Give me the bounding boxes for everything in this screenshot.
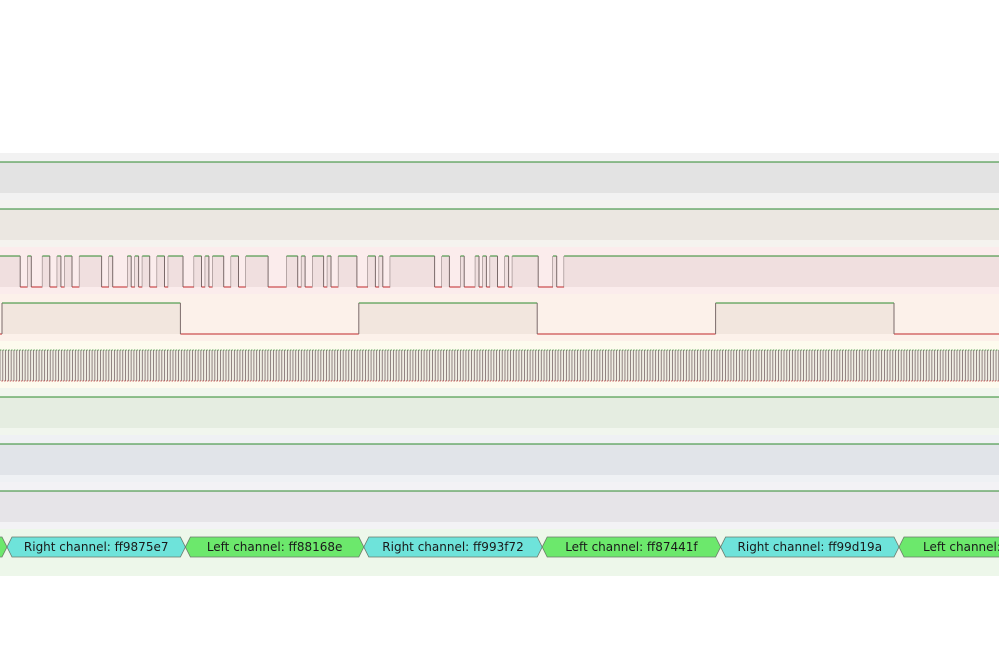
trace-band-ch5 <box>0 397 999 428</box>
data-high-fill <box>338 256 357 287</box>
annotation-label: Left channel: <box>923 540 999 554</box>
trace-canvas[interactable]: Right channel: ff9875e7 Left channel: ff8… <box>0 0 999 658</box>
data-high-fill <box>442 256 450 287</box>
data-high-fill <box>301 256 306 287</box>
data-high-fill <box>134 256 139 287</box>
data-high-fill <box>245 256 269 287</box>
data-high-fill <box>27 256 32 287</box>
data-high-fill <box>42 256 50 287</box>
data-high-fill <box>379 256 383 287</box>
data-high-fill <box>327 256 331 287</box>
ws-high-fill <box>2 303 181 334</box>
annotation-label: Right channel: ff993f72 <box>382 540 523 554</box>
data-high-fill <box>490 256 498 287</box>
data-high-fill <box>64 256 72 287</box>
data-high-fill <box>109 256 113 287</box>
trace-band-ch7 <box>0 491 999 522</box>
trace-band-ch6 <box>0 444 999 475</box>
annotation-label: Right channel: ff99d19a <box>738 540 883 554</box>
trace-band-ch0 <box>0 162 999 193</box>
data-high-fill <box>504 256 509 287</box>
data-high-fill <box>460 256 465 287</box>
data-high-fill <box>390 256 435 287</box>
annotation-label: Left channel: ff87441f <box>565 540 698 554</box>
data-high-fill <box>57 256 61 287</box>
data-high-fill <box>212 256 224 287</box>
data-high-fill <box>79 256 102 287</box>
data-high-fill <box>553 256 557 287</box>
data-high-fill <box>194 256 202 287</box>
data-high-fill <box>0 256 21 287</box>
ws-high-fill <box>715 303 894 334</box>
data-high-fill <box>512 256 539 287</box>
data-high-fill <box>564 256 999 287</box>
logic-analyzer-view: Right channel: ff9875e7 Left channel: ff8… <box>0 0 999 658</box>
data-high-fill <box>127 256 132 287</box>
data-high-fill <box>475 256 479 287</box>
data-high-fill <box>142 256 150 287</box>
annotation-label: Right channel: ff9875e7 <box>24 540 169 554</box>
ws-high-fill <box>358 303 538 334</box>
trace-band-ch1 <box>0 209 999 240</box>
data-high-fill <box>482 256 487 287</box>
annotation-label: Left channel: ff88168e <box>207 540 343 554</box>
data-high-fill <box>205 256 209 287</box>
data-high-fill <box>231 256 239 287</box>
data-high-fill <box>368 256 376 287</box>
data-high-fill <box>157 256 165 287</box>
data-high-fill <box>286 256 298 287</box>
data-high-fill <box>312 256 324 287</box>
data-high-fill <box>168 256 183 287</box>
